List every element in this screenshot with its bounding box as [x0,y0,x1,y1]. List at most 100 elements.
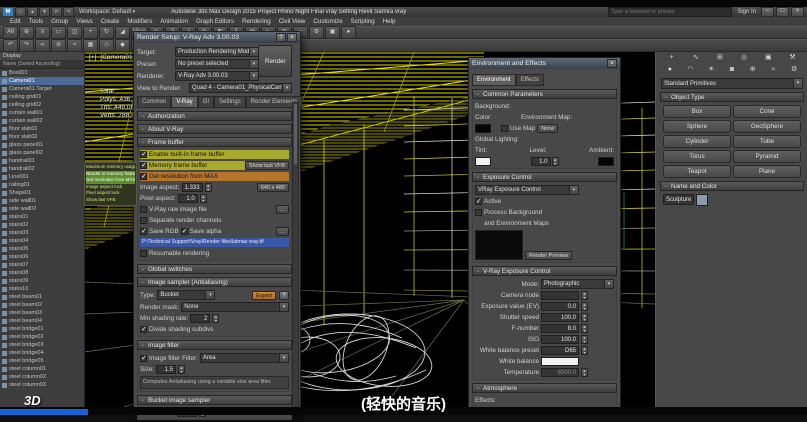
renderer-dropdown[interactable]: V-Ray Adv 3.00.03 [175,71,259,81]
output-path[interactable]: P:\Technical Support\Vray\Render files\l… [140,238,289,247]
render-production-icon[interactable]: ● [340,26,356,39]
display-tab-icon[interactable]: ▣ [757,52,780,64]
menu-graph-editors[interactable]: Graph Editors [192,17,238,26]
scene-object-row[interactable]: side wall02 [0,205,84,213]
resolution-preset-button[interactable]: 640 x 480 [256,183,289,192]
param-spinner[interactable] [581,346,588,355]
menu-customize[interactable]: Customize [309,17,346,26]
rollout-image-sampler[interactable]: Image sampler (Antialiasing) [137,277,292,288]
rollout-object-type[interactable]: Object Type [660,92,804,103]
sampler-type-dropdown[interactable]: Bucket [157,290,216,300]
scene-object-row[interactable]: steel beam03 [0,309,84,317]
menu-rendering[interactable]: Rendering [238,17,275,26]
menu-modifiers[interactable]: Modifiers [123,17,156,26]
filter-size-spinner[interactable] [178,365,185,374]
scene-object-row[interactable]: Line001 [0,173,84,181]
preset-dropdown[interactable]: No preset selected [175,59,259,69]
scene-object-row[interactable]: Box001 [0,69,84,77]
separate-channels-checkbox[interactable] [140,217,147,224]
utilities-tab-icon[interactable]: ⚒ [781,52,804,64]
systems-category-icon[interactable]: ⚙ [784,64,804,76]
param-field[interactable]: D65 [541,346,579,355]
render-mask-dropdown[interactable]: None [181,302,289,312]
window-crossing-icon[interactable]: ◫ [67,26,82,39]
scene-object-row[interactable]: railing01 [0,181,84,189]
new-scene-icon[interactable]: ▢ [15,7,26,17]
rendered-frame-window-icon[interactable]: ▣ [324,26,340,39]
menu-group[interactable]: Group [47,17,72,26]
exposure-active-checkbox[interactable] [475,198,482,205]
scene-object-row[interactable]: steel column03 [0,381,84,389]
explorer-sort-header[interactable]: Name (Sorted Ascending) [0,60,84,69]
cameras-category-icon[interactable]: ◙ [722,64,742,76]
menu-tools[interactable]: Tools [25,17,47,26]
scene-object-row[interactable]: glass panel01 [0,141,84,149]
selection-filter-dropdown[interactable]: All [3,26,18,39]
redo-icon[interactable]: ↷ [19,39,34,52]
close-button[interactable]: × [791,7,804,17]
save-rgb-checkbox[interactable] [140,228,147,235]
rollout-global-switches[interactable]: Global switches [137,264,292,275]
enable-vfb-checkbox[interactable] [140,151,147,158]
show-last-vfb-button[interactable]: Show last VFB [244,161,289,170]
param-field[interactable]: 100.0 [541,313,579,322]
rollout-authorization[interactable]: Authorization [137,111,292,122]
get-resolution-checkbox[interactable] [140,173,147,180]
channels-browse-button[interactable]: ... [276,227,289,236]
scene-object-row[interactable]: stairs01 [0,213,84,221]
close-icon[interactable]: × [607,59,617,68]
select-and-scale-icon[interactable]: ◢ [115,26,130,39]
sign-in-link[interactable]: Sign In [737,9,756,15]
render-setup-icon[interactable]: ⚙ [308,26,324,39]
scene-object-row[interactable]: stairs05 [0,245,84,253]
unlink-selection-icon[interactable]: ⊘ [51,39,66,52]
select-and-move-icon[interactable]: + [83,26,98,39]
motion-tab-icon[interactable]: ◎ [733,52,756,64]
menu-edit[interactable]: Edit [6,17,25,26]
tab-gi[interactable]: GI [197,96,215,108]
rollout-common-parameters[interactable]: Common Parameters [472,89,617,100]
pixel-aspect-field[interactable]: 1.0 [177,194,198,203]
param-field[interactable]: 0.0 [541,302,579,311]
param-field[interactable]: 8.0 [541,324,579,333]
workspace-dropdown[interactable]: Workspace: Default [79,9,135,15]
scene-object-row[interactable]: steel column02 [0,373,84,381]
scene-object-row[interactable]: stairs09 [0,277,84,285]
rollout-about-vray[interactable]: About V-Ray [137,124,292,135]
object-color-swatch[interactable] [696,194,709,206]
scene-object-row[interactable]: ceiling grid01 [0,93,84,101]
render-preview-button[interactable]: Render Preview [525,251,573,260]
scene-object-row[interactable]: curtain wall01 [0,109,84,117]
param-spinner[interactable] [581,335,588,344]
filter-size-field[interactable]: 1.5 [156,365,176,374]
scrollbar[interactable] [292,102,299,412]
min-shading-spinner[interactable] [212,314,220,323]
process-background-checkbox[interactable] [475,209,482,216]
memory-vfb-checkbox[interactable] [140,162,147,169]
select-object-icon[interactable]: ⊕ [19,26,34,39]
image-filter-checkbox[interactable] [140,354,147,362]
scene-object-row[interactable]: steel bridge01 [0,325,84,333]
resumable-checkbox[interactable] [140,250,147,257]
render-button[interactable]: Render [258,45,292,77]
scene-object-row[interactable]: steel bridge03 [0,341,84,349]
button-cylinder[interactable]: Cylinder [663,135,731,148]
button-teapot[interactable]: Teapot [663,165,731,178]
tab-vray[interactable]: V-Ray [171,96,198,108]
use-map-checkbox[interactable] [501,125,508,132]
render-setup-titlebar[interactable]: Render Setup: V-Ray Adv 3.00.03 ? × [134,32,300,43]
button-geosphere[interactable]: GeoSphere [733,120,801,133]
grid-toggle-icon[interactable]: ▦ [83,39,98,52]
menu-civil-view[interactable]: Civil View [275,17,310,26]
raw-file-checkbox[interactable] [140,206,147,213]
scene-object-row[interactable]: curtain wall02 [0,117,84,125]
scene-object-row[interactable]: glass panel02 [0,149,84,157]
button-pyramid[interactable]: Pyramid [733,150,801,163]
select-by-name-icon[interactable]: ≡ [35,26,50,39]
scene-object-row[interactable]: floor slab01 [0,125,84,133]
geometry-category-icon[interactable]: ● [660,64,680,76]
geometry-filter-icon[interactable]: ◆ [115,39,130,52]
bind-to-spacewarp-icon[interactable]: ≈ [67,39,82,52]
rollout-exposure-control[interactable]: Exposure Control [472,172,617,183]
menu-help[interactable]: Help [379,17,400,26]
